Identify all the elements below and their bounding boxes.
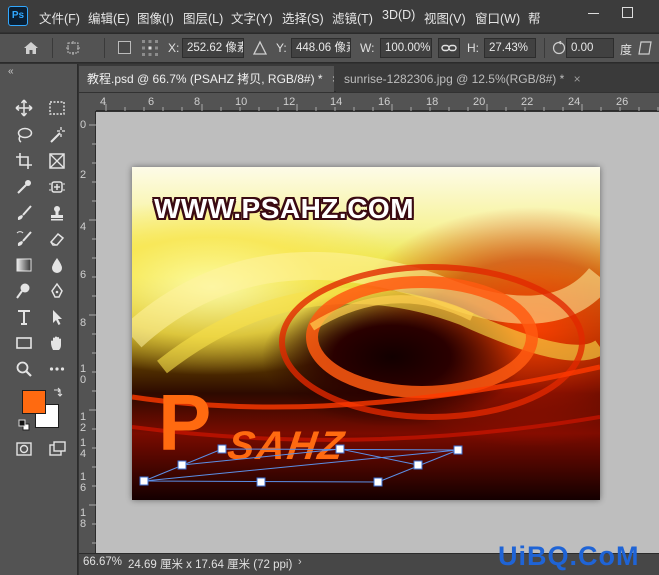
frame-icon[interactable]	[46, 150, 68, 172]
ruler-tick: 24	[568, 96, 581, 108]
rotate-angle-field[interactable]: 0.00	[566, 38, 614, 58]
ruler-tick: 22	[521, 96, 534, 108]
ruler-tick: 6	[148, 96, 155, 108]
stamp-icon[interactable]	[46, 202, 68, 224]
screen-mode-icon[interactable]	[46, 438, 68, 460]
blur-icon[interactable]	[46, 254, 68, 276]
close-tab-icon[interactable]: ×	[332, 72, 334, 86]
minimize-window-icon[interactable]	[588, 13, 599, 14]
ruler-tick: 1 8	[80, 507, 87, 530]
ruler-tick: 12	[283, 96, 296, 108]
hand-icon[interactable]	[46, 332, 68, 354]
ruler-tick: 14	[330, 96, 343, 108]
tab-sunrise-jpg[interactable]: sunrise-1282306.jpg @ 12.5%(RGB/8#) * ×	[336, 66, 659, 92]
ruler-tick: 6	[80, 269, 87, 281]
ruler-tick: 1 4	[80, 437, 87, 460]
x-position-field[interactable]: 252.62 像素	[182, 38, 244, 58]
ruler-tick: 26	[616, 96, 629, 108]
skew-icon[interactable]	[636, 39, 654, 57]
type-icon[interactable]	[13, 306, 35, 328]
lasso-icon[interactable]	[13, 124, 35, 146]
height-field[interactable]: 27.43%	[484, 38, 536, 58]
menu-window[interactable]: 窗口(W)	[475, 8, 520, 26]
move-icon[interactable]	[13, 97, 35, 119]
brush-icon[interactable]	[13, 202, 35, 224]
status-menu-arrow-icon[interactable]: ›	[298, 556, 302, 568]
photoshop-logo-icon[interactable]: Ps	[8, 6, 28, 26]
menu-view[interactable]: 视图(V)	[424, 8, 466, 26]
ruler-tick: 1 0	[80, 363, 87, 386]
close-tab-icon[interactable]: ×	[574, 72, 581, 86]
transform-bounding-box[interactable]	[132, 167, 600, 500]
ruler-tick: 18	[426, 96, 439, 108]
ruler-tick: 8	[194, 96, 201, 108]
link-proportions-icon[interactable]	[438, 38, 460, 58]
more-tools-icon[interactable]	[46, 358, 68, 380]
maximize-window-icon[interactable]	[622, 7, 633, 18]
zoom-level-field[interactable]: 66.67%	[83, 556, 122, 568]
transform-move-icon[interactable]	[64, 39, 82, 57]
quick-mask-icon[interactable]	[13, 438, 35, 460]
spot-heal-icon[interactable]	[46, 176, 68, 198]
menu-select[interactable]: 选择(S)	[282, 8, 324, 26]
tab-label: sunrise-1282306.jpg @ 12.5%(RGB/8#) *	[344, 72, 565, 86]
eyedropper-icon[interactable]	[13, 176, 35, 198]
width-label: W:	[360, 41, 375, 55]
history-brush-icon[interactable]	[13, 228, 35, 250]
ruler-tick: 1 2	[80, 411, 87, 434]
swap-colors-icon[interactable]	[52, 387, 64, 399]
menu-help[interactable]: 帮	[528, 8, 541, 26]
ruler-tick: 1 6	[80, 471, 87, 494]
magic-wand-icon[interactable]	[46, 124, 68, 146]
default-colors-icon[interactable]	[18, 419, 30, 431]
ruler-tick: 16	[378, 96, 391, 108]
menu-layer[interactable]: 图层(L)	[183, 8, 223, 26]
height-label: H:	[467, 41, 479, 55]
ruler-origin[interactable]	[79, 93, 96, 111]
document-size-info: 24.69 厘米 x 17.64 厘米 (72 ppi)	[128, 559, 293, 571]
foreground-color-swatch[interactable]	[22, 390, 46, 414]
dodge-icon[interactable]	[13, 280, 35, 302]
width-field[interactable]: 100.00%	[380, 38, 432, 58]
ruler-tick: 2	[80, 169, 87, 181]
tab-label: 教程.psd @ 66.7% (PSAHZ 拷贝, RGB/8#) *	[87, 72, 323, 86]
document-canvas[interactable]: WWW.PSAHZ.COM P SAHZ	[132, 167, 600, 500]
reference-point-checkbox[interactable]	[118, 41, 131, 54]
collapse-panel-icon[interactable]: «	[8, 66, 13, 77]
ruler-tick: 4	[100, 96, 107, 108]
gradient-icon[interactable]	[13, 254, 35, 276]
ruler-tick: 8	[80, 317, 87, 329]
x-label: X:	[168, 41, 180, 55]
ruler-tick: 10	[235, 96, 248, 108]
menu-image[interactable]: 图像(I)	[137, 8, 174, 26]
menu-type[interactable]: 文字(Y)	[231, 8, 273, 26]
crop-icon[interactable]	[13, 150, 35, 172]
marquee-icon[interactable]	[46, 97, 68, 119]
menu-3d[interactable]: 3D(D)	[382, 8, 415, 24]
rotate-icon[interactable]	[552, 40, 566, 55]
menu-edit[interactable]: 编辑(E)	[88, 8, 130, 26]
tab-tutorial-psd[interactable]: 教程.psd @ 66.7% (PSAHZ 拷贝, RGB/8#) * ×	[79, 66, 334, 92]
y-position-field[interactable]: 448.06 像素	[291, 38, 351, 58]
home-icon[interactable]	[22, 39, 40, 57]
ruler-tick: 20	[473, 96, 486, 108]
menu-file[interactable]: 文件(F)	[39, 8, 80, 26]
pen-icon[interactable]	[46, 280, 68, 302]
ruler-tick: 0	[80, 119, 87, 131]
y-label: Y:	[276, 41, 287, 55]
delta-icon[interactable]	[252, 40, 268, 56]
rectangle-icon[interactable]	[13, 332, 35, 354]
angle-unit: 度	[620, 43, 633, 57]
menu-filter[interactable]: 滤镜(T)	[332, 8, 373, 26]
eraser-icon[interactable]	[46, 228, 68, 250]
path-select-icon[interactable]	[46, 306, 68, 328]
reference-point-grid-icon[interactable]	[140, 38, 160, 58]
site-watermark: UiBQ.CoM	[498, 541, 640, 571]
zoom-icon[interactable]	[13, 358, 35, 380]
ruler-tick: 4	[80, 221, 87, 233]
